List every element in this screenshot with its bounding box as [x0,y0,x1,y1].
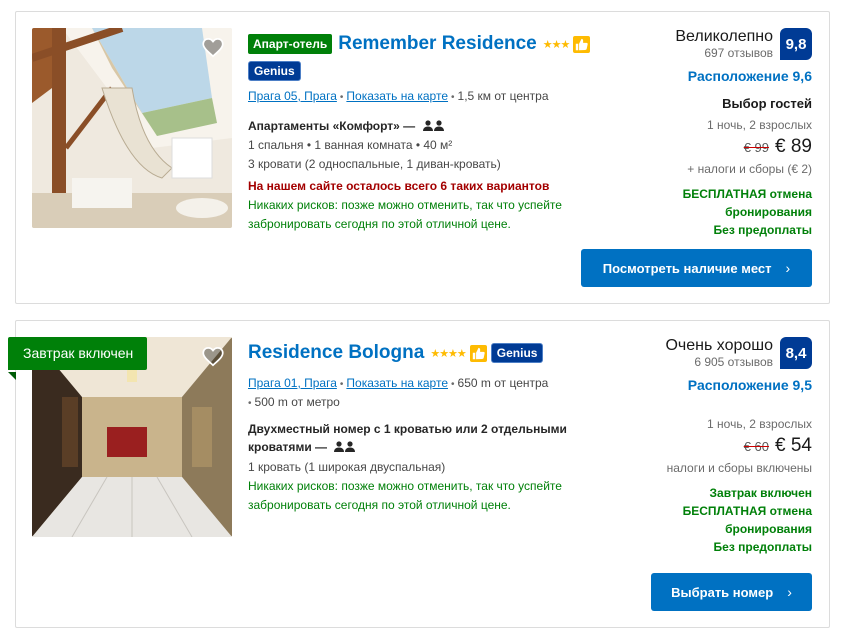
genius-badge: Genius [490,343,544,363]
price-row: € 60 € 54 [580,435,812,457]
property-info: Residence Bologna ★★★★ Genius Прага 01, … [248,341,608,515]
thumbs-up-icon [469,344,487,362]
show-on-map-link[interactable]: Показать на карте [346,89,448,103]
no-risk-message: Никаких рисков: позже можно отменить, та… [248,197,562,231]
stay-summary: 1 ночь, 2 взрослых [707,417,812,431]
property-type-badge: Апарт-отель [248,34,333,54]
taxes-note: налоги и сборы включены [666,461,812,475]
favorite-heart-icon[interactable] [200,343,226,369]
separator-dot: • [339,379,344,390]
location-row: Прага 01, Прага • Показать на карте • 650 m … [248,376,608,390]
distance-from-metro: 500 m от метро [254,395,340,409]
current-price: € 89 [775,136,812,157]
button-label: Посмотреть наличие мест [602,260,772,276]
room-block: Двухместный номер с 1 кроватью или 2 отд… [248,420,578,515]
hotel-name-link[interactable]: Remember Residence [338,33,537,55]
score-badge: 9,8 [780,28,812,60]
score-word: Очень хорошо [665,337,773,354]
chevron-right-icon: › [787,584,792,600]
room-title-text: Апартаменты «Комфорт» — [248,119,416,133]
ribbon-fold [8,372,16,380]
room-title: Апартаменты «Комфорт» — [248,117,608,136]
distance-from-center: 650 m от центра [457,376,549,390]
review-count: 6 905 отзывов [694,355,773,369]
chevron-right-icon: › [785,260,791,276]
room-detail-line: 1 спальня • 1 ванная комната • 40 м² [248,137,453,152]
separator-dot: • [339,92,344,103]
price-block: Великолепно 697 отзывов 9,8 Расположение… [580,28,812,239]
separator-dot: • [248,398,252,409]
room-detail-line: 3 кровати (2 односпальные, 1 диван-крова… [248,156,501,171]
metro-row: • 500 m от метро [248,395,608,409]
distance-from-center: 1,5 км от центра [457,89,549,103]
price-block: Очень хорошо 6 905 отзывов 8,4 Расположе… [580,337,812,556]
button-label: Выбрать номер [671,584,774,600]
persons-icon [334,439,356,457]
no-risk-message: Никаких рисков: позже можно отменить, та… [248,478,562,512]
no-prepayment: Без предоплаты [713,540,812,554]
property-card-residence-bologna: Завтрак включен Residence Bologna ★★★★ G… [8,320,830,628]
star-rating: ★★★ [542,38,571,51]
property-photo[interactable] [32,28,232,228]
district-link[interactable]: Прага 05, Прага [248,89,337,103]
hotel-name-link[interactable]: Residence Bologna [248,342,424,364]
score-badge: 8,4 [780,337,812,369]
location-score: Расположение 9,6 [687,68,812,84]
show-on-map-link[interactable]: Показать на карте [346,376,448,390]
breakfast-included-ribbon: Завтрак включен [8,337,148,370]
score-word: Великолепно [675,28,773,45]
see-availability-button[interactable]: Посмотреть наличие мест › [581,249,812,287]
free-cancellation: БЕСПЛАТНАЯ отмена бронирования [682,504,812,536]
review-score[interactable]: Великолепно 697 отзывов 9,8 [580,28,812,60]
star-rating: ★★★★ [430,347,466,360]
guest-choice-label: Выбор гостей [722,96,812,111]
review-score[interactable]: Очень хорошо 6 905 отзывов 8,4 [580,337,812,369]
room-title-text: Двухместный номер с 1 кроватью или 2 отд… [248,422,567,454]
location-row: Прага 05, Прага • Показать на карте • 1,5 км… [248,89,608,103]
current-price: € 54 [775,435,812,456]
location-score: Расположение 9,5 [687,377,812,393]
scarcity-message: На нашем сайте осталось всего 6 таких ва… [248,178,550,193]
room-block: Апартаменты «Комфорт» — 1 спальня • 1 ва… [248,117,608,234]
district-link[interactable]: Прага 01, Прага [248,376,337,390]
taxes-note: + налоги и сборы (€ 2) [687,162,812,176]
price-row: € 99 € 89 [580,136,812,158]
title-row: Апарт-отель Remember Residence ★★★ [248,32,608,56]
room-detail-line: 1 кровать (1 широкая двуспальная) [248,459,446,474]
review-count: 697 отзывов [704,46,773,60]
genius-badge: Genius [248,61,301,81]
favorite-heart-icon[interactable] [200,34,226,60]
title-row: Residence Bologna ★★★★ Genius [248,341,608,365]
breakfast-included: Завтрак включен [709,486,812,500]
separator-dot: • [451,92,455,103]
property-card-remember-residence: Апарт-отель Remember Residence ★★★ Geniu… [15,11,830,304]
separator-dot: • [451,379,455,390]
old-price: € 60 [743,439,770,454]
old-price: € 99 [743,140,770,155]
select-room-button[interactable]: Выбрать номер › [651,573,812,611]
free-cancellation: БЕСПЛАТНАЯ отмена бронирования [682,187,812,219]
no-prepayment: Без предоплаты [713,223,812,237]
property-info: Апарт-отель Remember Residence ★★★ Geniu… [248,32,608,234]
stay-summary: 1 ночь, 2 взрослых [707,118,812,132]
persons-icon [422,118,445,136]
room-title: Двухместный номер с 1 кроватью или 2 отд… [248,420,578,457]
